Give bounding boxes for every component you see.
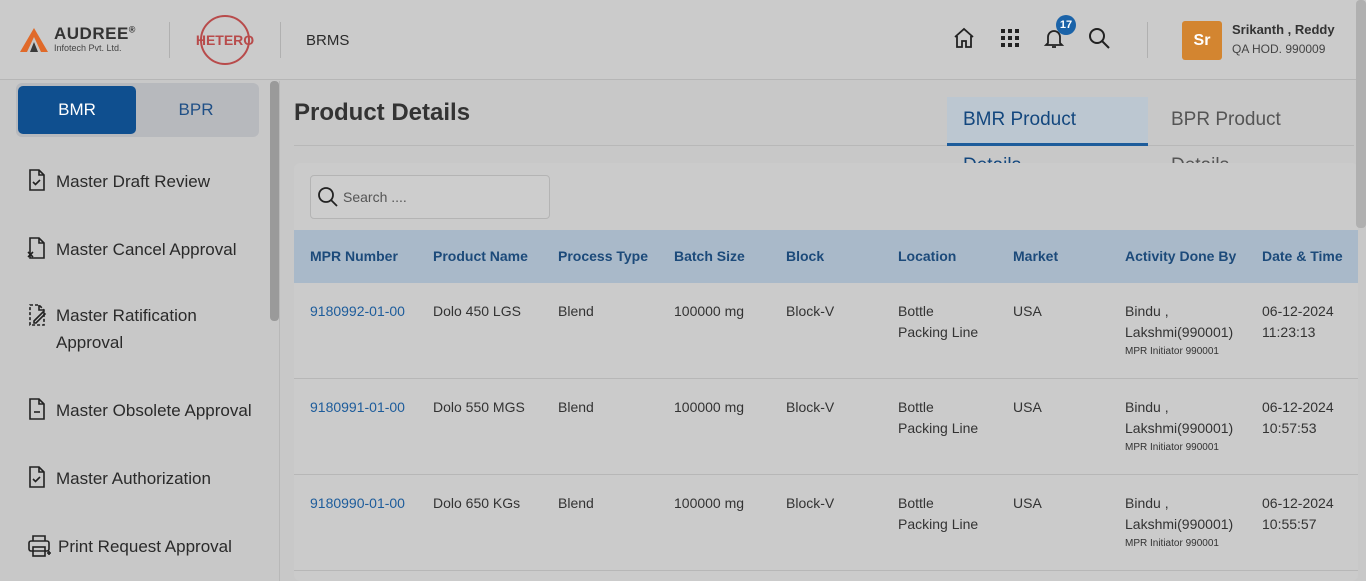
doc-cancel-icon	[27, 237, 45, 259]
hetero-logo-text: HETERO	[195, 32, 255, 48]
product-name: Dolo 450 LGS	[433, 303, 521, 319]
divider	[1147, 22, 1148, 58]
page-title: Product Details	[294, 99, 471, 126]
audree-logo[interactable]: AUDREE® Infotech Pvt. Ltd.	[20, 24, 150, 58]
user-role: QA HOD. 990009	[1232, 42, 1326, 56]
batch-size: 100000 mg	[674, 303, 745, 319]
mpr-number-link[interactable]: 9180991-01-00	[310, 397, 405, 418]
sidebar-item-label: Master Obsolete Approval	[56, 401, 252, 420]
market: USA	[1013, 495, 1042, 511]
location: Bottle Packing Line	[898, 399, 979, 436]
doc-minus-icon	[29, 398, 45, 420]
notification-badge[interactable]: 17	[1056, 15, 1076, 35]
sidebar-item-label: Master Cancel Approval	[56, 240, 237, 259]
process-type: Blend	[558, 399, 594, 415]
col-activity-done-by[interactable]: Activity Done By	[1125, 248, 1236, 264]
location: Bottle Packing Line	[898, 303, 979, 340]
activity-done-by: Bindu , Lakshmi(990001) MPR Initiator 9900…	[1125, 495, 1234, 549]
table-header: MPR Number Product Name Process Type Bat…	[294, 230, 1358, 283]
sidebar: BMR BPR Master Draft Review Master Cance…	[0, 81, 280, 581]
col-product-name[interactable]: Product Name	[433, 248, 528, 264]
mpr-number-link[interactable]: 9180992-01-00	[310, 301, 405, 322]
brand-name: AUDREE®	[54, 24, 136, 43]
divider	[280, 22, 281, 58]
audree-mark-icon	[20, 28, 48, 52]
col-block[interactable]: Block	[786, 248, 824, 264]
hetero-logo: HETERO	[194, 14, 256, 66]
sidebar-item-master-authorization[interactable]: Master Authorization	[26, 465, 266, 492]
printer-icon	[28, 535, 51, 557]
brand-subtitle: Infotech Pvt. Ltd.	[54, 43, 122, 53]
apps-grid-icon[interactable]	[998, 26, 1022, 50]
activity-done-by: Bindu , Lakshmi(990001) MPR Initiator 9900…	[1125, 303, 1234, 357]
block: Block-V	[786, 399, 835, 415]
doc-edit-icon	[29, 304, 47, 326]
table-row[interactable]: 9180992-01-00 Dolo 450 LGS Blend 100000 …	[294, 283, 1358, 379]
user-name[interactable]: Srikanth , Reddy	[1232, 22, 1335, 37]
search-input[interactable]	[343, 184, 543, 210]
sidebar-item-label: Master Ratification Approval	[56, 306, 197, 352]
tab-bpr-product-details[interactable]: BPR Product Details	[1155, 97, 1355, 176]
col-market[interactable]: Market	[1013, 248, 1058, 264]
mpr-number-link[interactable]: 9180990-01-00	[310, 493, 405, 514]
date-time: 06-12-2024 10:55:57	[1262, 495, 1334, 532]
col-location[interactable]: Location	[898, 248, 956, 264]
sidebar-scrollbar[interactable]	[270, 81, 279, 321]
col-date-time[interactable]: Date & Time	[1262, 248, 1343, 264]
bmr-bpr-toggle: BMR BPR	[16, 83, 259, 137]
search-box[interactable]	[310, 175, 550, 219]
product-name: Dolo 550 MGS	[433, 399, 525, 415]
sidebar-item-label: Master Authorization	[56, 469, 211, 488]
top-header: AUDREE® Infotech Pvt. Ltd. HETERO BRMS 1…	[0, 0, 1366, 80]
avatar[interactable]: Sr	[1182, 21, 1222, 60]
doc-check-icon	[29, 466, 45, 488]
table-row[interactable]: 9180991-01-00 Dolo 550 MGS Blend 100000 …	[294, 379, 1358, 475]
col-process-type[interactable]: Process Type	[558, 248, 648, 264]
sidebar-item-master-draft-review[interactable]: Master Draft Review	[26, 168, 266, 195]
batch-size: 100000 mg	[674, 495, 745, 511]
sidebar-item-master-cancel-approval[interactable]: Master Cancel Approval	[26, 236, 266, 263]
block: Block-V	[786, 303, 835, 319]
sidebar-item-master-obsolete-approval[interactable]: Master Obsolete Approval	[26, 397, 266, 424]
batch-size: 100000 mg	[674, 399, 745, 415]
col-batch-size[interactable]: Batch Size	[674, 248, 745, 264]
sidebar-item-print-request-approval[interactable]: Print Request Approval	[26, 533, 266, 560]
date-time: 06-12-2024 11:23:13	[1262, 303, 1334, 340]
process-type: Blend	[558, 303, 594, 319]
sidebar-item-label: Print Request Approval	[58, 537, 232, 556]
product-name: Dolo 650 KGs	[433, 495, 521, 511]
divider	[169, 22, 170, 58]
search-icon	[318, 187, 338, 207]
toggle-bmr[interactable]: BMR	[18, 86, 136, 134]
market: USA	[1013, 399, 1042, 415]
date-time: 06-12-2024 10:57:53	[1262, 399, 1334, 436]
process-type: Blend	[558, 495, 594, 511]
activity-done-by: Bindu , Lakshmi(990001) MPR Initiator 9900…	[1125, 399, 1234, 453]
sidebar-item-label: Master Draft Review	[56, 172, 210, 191]
main-content: Product Details BMR Product Details BPR …	[281, 81, 1366, 581]
location: Bottle Packing Line	[898, 495, 979, 532]
app-name: BRMS	[306, 32, 350, 49]
doc-check-icon	[29, 169, 45, 191]
table-panel: MPR Number Product Name Process Type Bat…	[294, 163, 1358, 581]
market: USA	[1013, 303, 1042, 319]
page-scrollbar[interactable]	[1356, 0, 1366, 228]
sidebar-item-master-ratification-approval[interactable]: Master Ratification Approval	[26, 302, 266, 358]
home-icon[interactable]	[952, 26, 976, 50]
block: Block-V	[786, 495, 835, 511]
search-icon[interactable]	[1087, 26, 1111, 50]
tab-bmr-product-details[interactable]: BMR Product Details	[947, 97, 1148, 176]
col-mpr-number[interactable]: MPR Number	[310, 248, 398, 264]
toggle-bpr[interactable]: BPR	[137, 86, 255, 134]
table-row[interactable]: 9180990-01-00 Dolo 650 KGs Blend 100000 …	[294, 475, 1358, 571]
